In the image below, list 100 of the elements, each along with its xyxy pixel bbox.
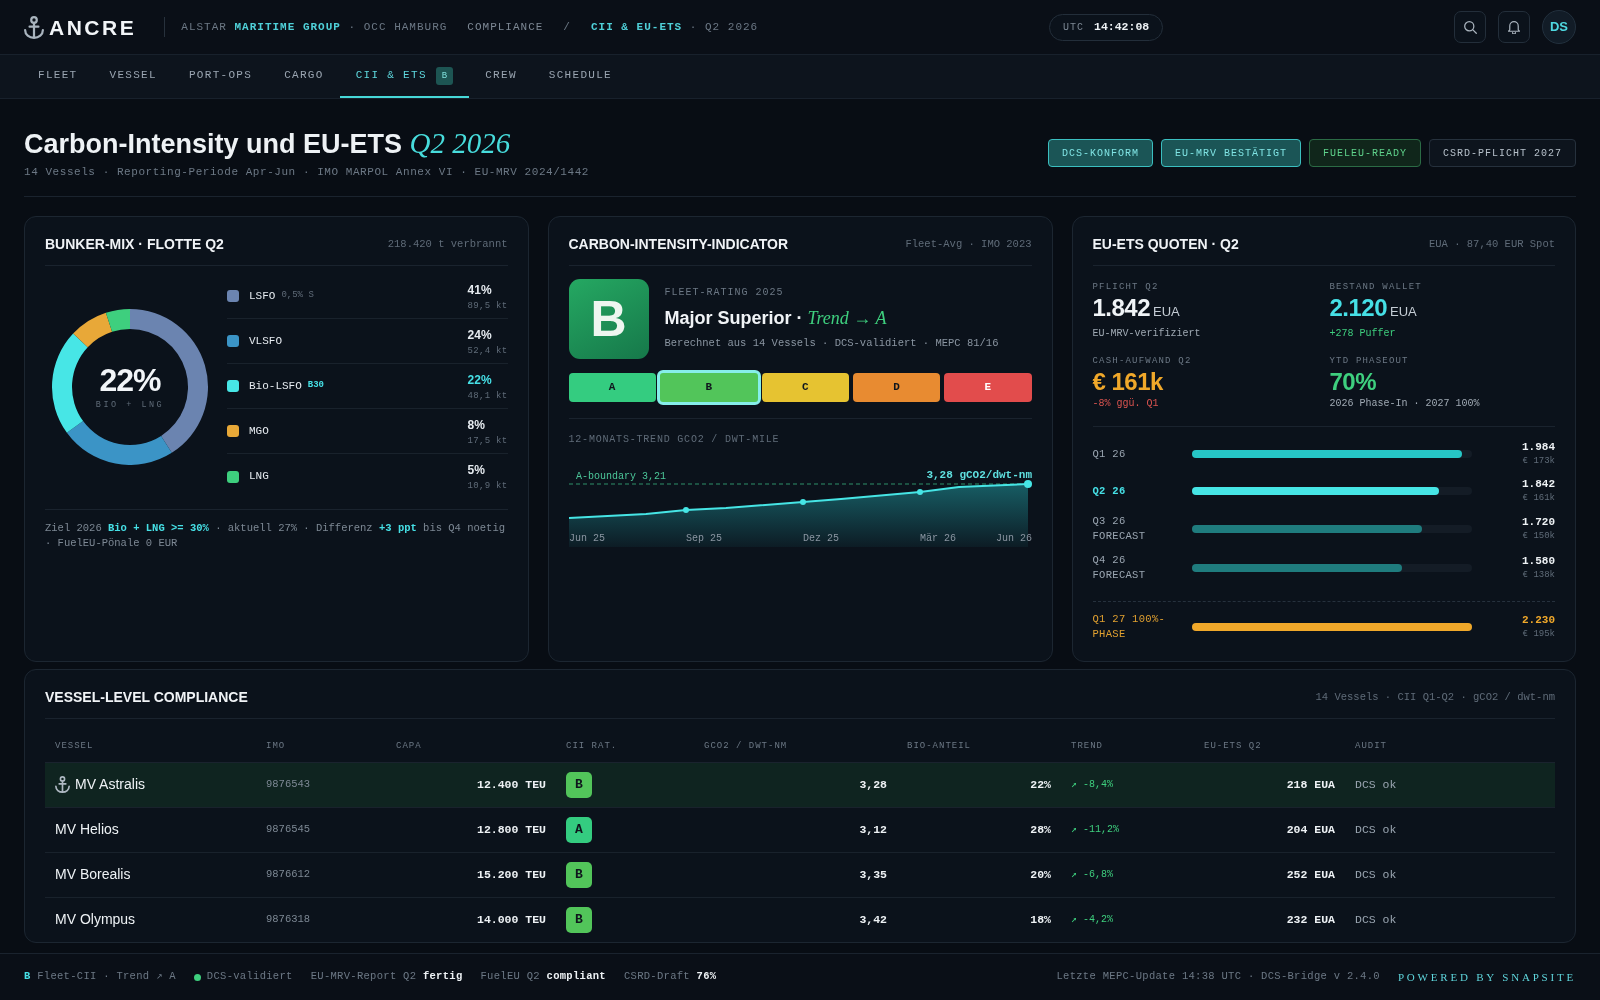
table-cell: 3,35 <box>694 852 897 897</box>
nav-tab[interactable]: PORT-OPS <box>172 55 269 98</box>
table-cell: DCS ok <box>1345 897 1555 942</box>
donut-center-label: BIO + LNG <box>95 398 165 411</box>
quarter-label: Q3 26 FORECAST <box>1092 514 1147 544</box>
table-row[interactable]: MV Olympus 9876318 14.000 TEU B 3,42 18% ↗ -4,2% 232 EUA DCS ok <box>45 897 1555 942</box>
vessel-name: MV Helios <box>55 820 119 839</box>
stat-label: CASH-AUFWAND Q2 <box>1092 355 1193 368</box>
fuel-tag: 0,5% S <box>281 289 314 303</box>
table-cell: ↗ -8,4% <box>1061 762 1194 807</box>
column-header: CII RAT. <box>556 732 694 762</box>
table-cell: 14.000 TEU <box>386 897 556 942</box>
legend-percent: 41% <box>467 282 493 298</box>
quarter-cost: € 138k <box>1521 569 1555 582</box>
table-row[interactable]: MV Astralis 9876543 12.400 TEU B 3,28 22% ↗ -8,4% 218 EUA DCS ok <box>45 762 1555 807</box>
table-cell: 218 EUA <box>1194 762 1345 807</box>
search-button[interactable] <box>1454 11 1486 43</box>
breadcrumb-org: ALSTAR MARITIME GROUP · OCC HAMBURG <box>181 19 448 35</box>
rating-badge: B <box>566 861 592 888</box>
panel-title: EU-ETS QUOTEN · Q2 <box>1092 236 1239 252</box>
nav-tab[interactable]: VESSEL <box>93 55 173 98</box>
donut-center-value: 22% <box>98 362 162 397</box>
stat-value: € 161k <box>1092 368 1163 396</box>
fuel-tag: B30 <box>307 379 324 393</box>
table-row[interactable]: MV Helios 9876545 12.800 TEU A 3,12 28% ↗ -11,2% 204 EUA DCS ok <box>45 807 1555 852</box>
panel-meta: 218.420 t verbrannt <box>387 237 508 252</box>
grade-segment: D <box>852 373 941 402</box>
rating-badge: B <box>566 771 592 798</box>
table-row[interactable]: MV Borealis 9876612 15.200 TEU B 3,35 20% ↗ -6,8% 252 EUA DCS ok <box>45 852 1555 897</box>
status-text: CSRD-Draft 76% <box>623 969 717 985</box>
legend-amount: 52,4 kt <box>467 344 508 358</box>
table-cell: 9876612 <box>256 852 386 897</box>
status-tag: FUELEU-READY <box>1308 139 1421 167</box>
quarter-value: 1.984 <box>1521 440 1555 454</box>
rating-description: Berechnet aus 14 Vessels · DCS-validiert · MEPC 81/16 <box>664 336 999 351</box>
stat-label: BESTAND WALLET <box>1329 281 1423 294</box>
nav-tab[interactable]: CII & ETS B <box>339 55 470 98</box>
stat-unit: EUA <box>1390 303 1417 321</box>
legend-amount: 10,9 kt <box>467 480 508 493</box>
nav-tab[interactable]: CREW <box>469 55 533 98</box>
nav-tab[interactable]: CARGO <box>268 55 340 98</box>
column-header: BIO-ANTEIL <box>897 732 1061 762</box>
panel-title: VESSEL-LEVEL COMPLIANCE <box>45 689 248 705</box>
status-text: B Fleet-CII · Trend ↗ A <box>24 969 176 985</box>
trend-title: 12-MONATS-TREND GCO2 / DWT-MILE <box>568 433 781 447</box>
quarter-cost: € 161k <box>1521 492 1555 505</box>
legend-label: VLSFO <box>249 333 282 349</box>
table-cell: ↗ -4,2% <box>1061 897 1194 942</box>
bell-icon <box>1508 20 1520 34</box>
quarter-cost: € 195k <box>1521 628 1555 641</box>
nav-tab[interactable]: SCHEDULE <box>532 55 629 98</box>
quarter-value: 2.230 <box>1521 613 1555 627</box>
legend-amount: 17,5 kt <box>467 434 508 448</box>
quarter-label: Q1 26 <box>1092 446 1127 462</box>
page-subtitle: 14 Vessels · Reporting-Periode Apr-Jun · IMO MARPOL Annex VI · EU-MRV 2024/1442 <box>24 165 589 180</box>
table-cell: 9876318 <box>256 897 386 942</box>
quarter-label: Q2 26 <box>1092 483 1127 499</box>
legend-label: MGO <box>249 423 269 439</box>
table-cell: 232 EUA <box>1194 897 1345 942</box>
legend-percent: 24% <box>467 327 493 343</box>
table-cell: 204 EUA <box>1194 807 1345 852</box>
stat-label: PFLICHT Q2 <box>1092 281 1160 294</box>
breadcrumb-link[interactable]: COMPLIANCE <box>467 18 544 36</box>
column-header: AUDIT <box>1345 732 1555 762</box>
table-cell: DCS ok <box>1345 762 1555 807</box>
quarter-value: 1.842 <box>1521 477 1555 491</box>
notification-button[interactable] <box>1498 11 1530 43</box>
table-cell: 28% <box>897 807 1061 852</box>
stat-value: 2.120 <box>1329 294 1388 322</box>
panel-title: BUNKER-MIX · FLOTTE Q2 <box>45 236 224 252</box>
legend-amount: 48,1 kt <box>467 389 508 403</box>
logo-text: ANCRE <box>49 16 137 38</box>
rating-badge: A <box>566 816 592 843</box>
anchor-icon <box>24 15 44 39</box>
nav-tab[interactable]: FLEET <box>22 55 94 98</box>
table-cell: 12.800 TEU <box>386 807 556 852</box>
status-tag: EU-MRV BESTÄTIGT <box>1160 139 1301 167</box>
panel-meta: Fleet-Avg · IMO 2023 <box>905 237 1032 252</box>
column-header: VESSEL <box>45 732 256 762</box>
grade-segment: B <box>656 370 761 405</box>
tab-badge: B <box>435 66 454 85</box>
stat-note: 2026 Phase-In · 2027 100% <box>1329 397 1481 411</box>
status-tag: CSRD-PFLICHT 2027 <box>1428 139 1576 167</box>
vessel-name: MV Astralis <box>75 775 145 794</box>
table-cell: 252 EUA <box>1194 852 1345 897</box>
table-cell: 3,28 <box>694 762 897 807</box>
column-header: EU-ETS Q2 <box>1194 732 1345 762</box>
column-header: GCO2 / DWT-NM <box>694 732 897 762</box>
legend-amount: 89,5 kt <box>467 299 508 313</box>
status-tag: DCS-KONFORM <box>1047 139 1153 167</box>
legend-percent: 5% <box>467 463 486 478</box>
table-cell: 18% <box>897 897 1061 942</box>
column-header: CAPA <box>386 732 556 762</box>
panel-meta: EUA · 87,40 EUR Spot <box>1428 237 1555 252</box>
user-avatar[interactable]: DS <box>1542 10 1576 44</box>
quarter-cost: € 150k <box>1521 530 1555 543</box>
stat-unit: EUA <box>1153 303 1180 321</box>
quarter-value: 1.580 <box>1521 554 1555 568</box>
page-title: Carbon-Intensity und EU-ETS Q2 2026 <box>24 126 512 161</box>
table-cell: 9876543 <box>256 762 386 807</box>
